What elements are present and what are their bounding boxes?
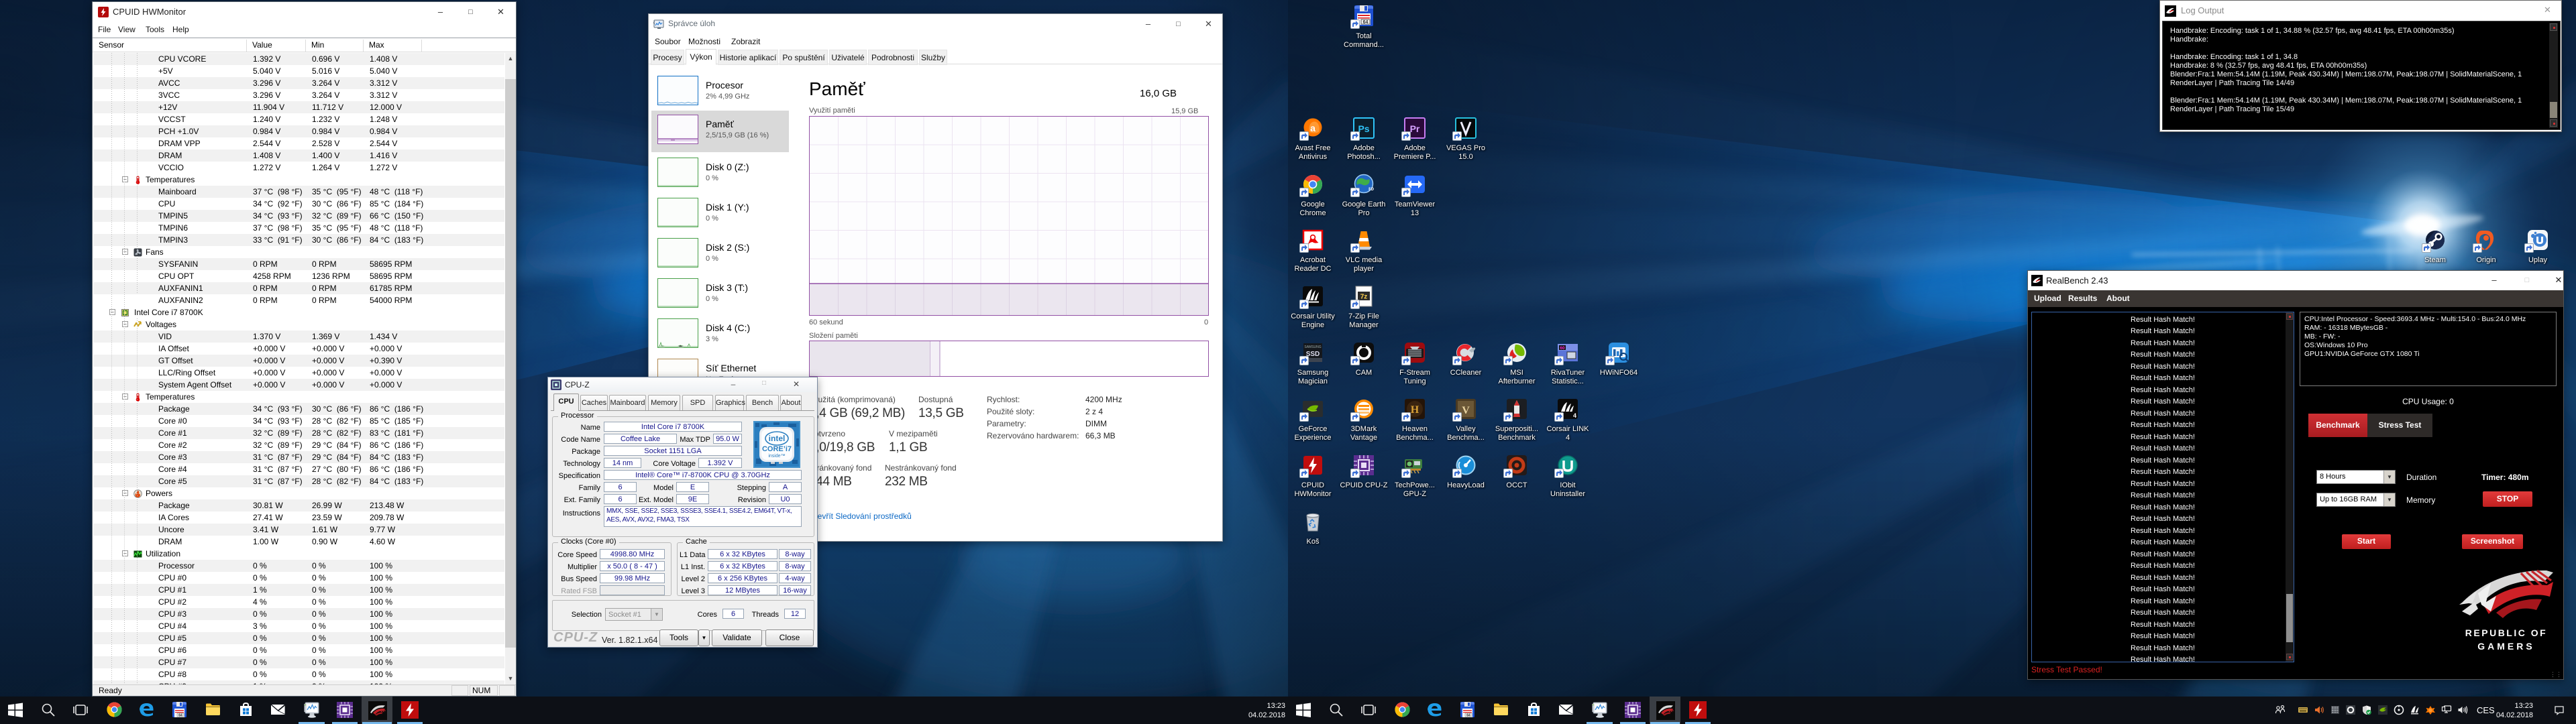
svg-text:60: 60	[1560, 346, 1565, 351]
svg-text:4: 4	[1573, 412, 1576, 419]
svg-text:64: 64	[178, 714, 182, 718]
svg-text:a: a	[1310, 123, 1316, 133]
svg-text:H: H	[1411, 404, 1419, 416]
svg-text:Pr: Pr	[1410, 123, 1420, 134]
svg-text:SAMSUNG: SAMSUNG	[1304, 345, 1321, 349]
svg-text:64: 64	[1363, 20, 1368, 25]
svg-text:Ps: Ps	[1358, 123, 1369, 134]
svg-text:intel: intel	[769, 434, 786, 443]
svg-text:64: 64	[1466, 714, 1470, 718]
svg-text:CORE’i7: CORE’i7	[762, 445, 792, 453]
svg-text:V: V	[1462, 405, 1470, 416]
svg-text:ro: ro	[1368, 186, 1374, 192]
svg-text:inside™: inside™	[768, 454, 785, 459]
svg-text:7z: 7z	[1360, 294, 1368, 301]
